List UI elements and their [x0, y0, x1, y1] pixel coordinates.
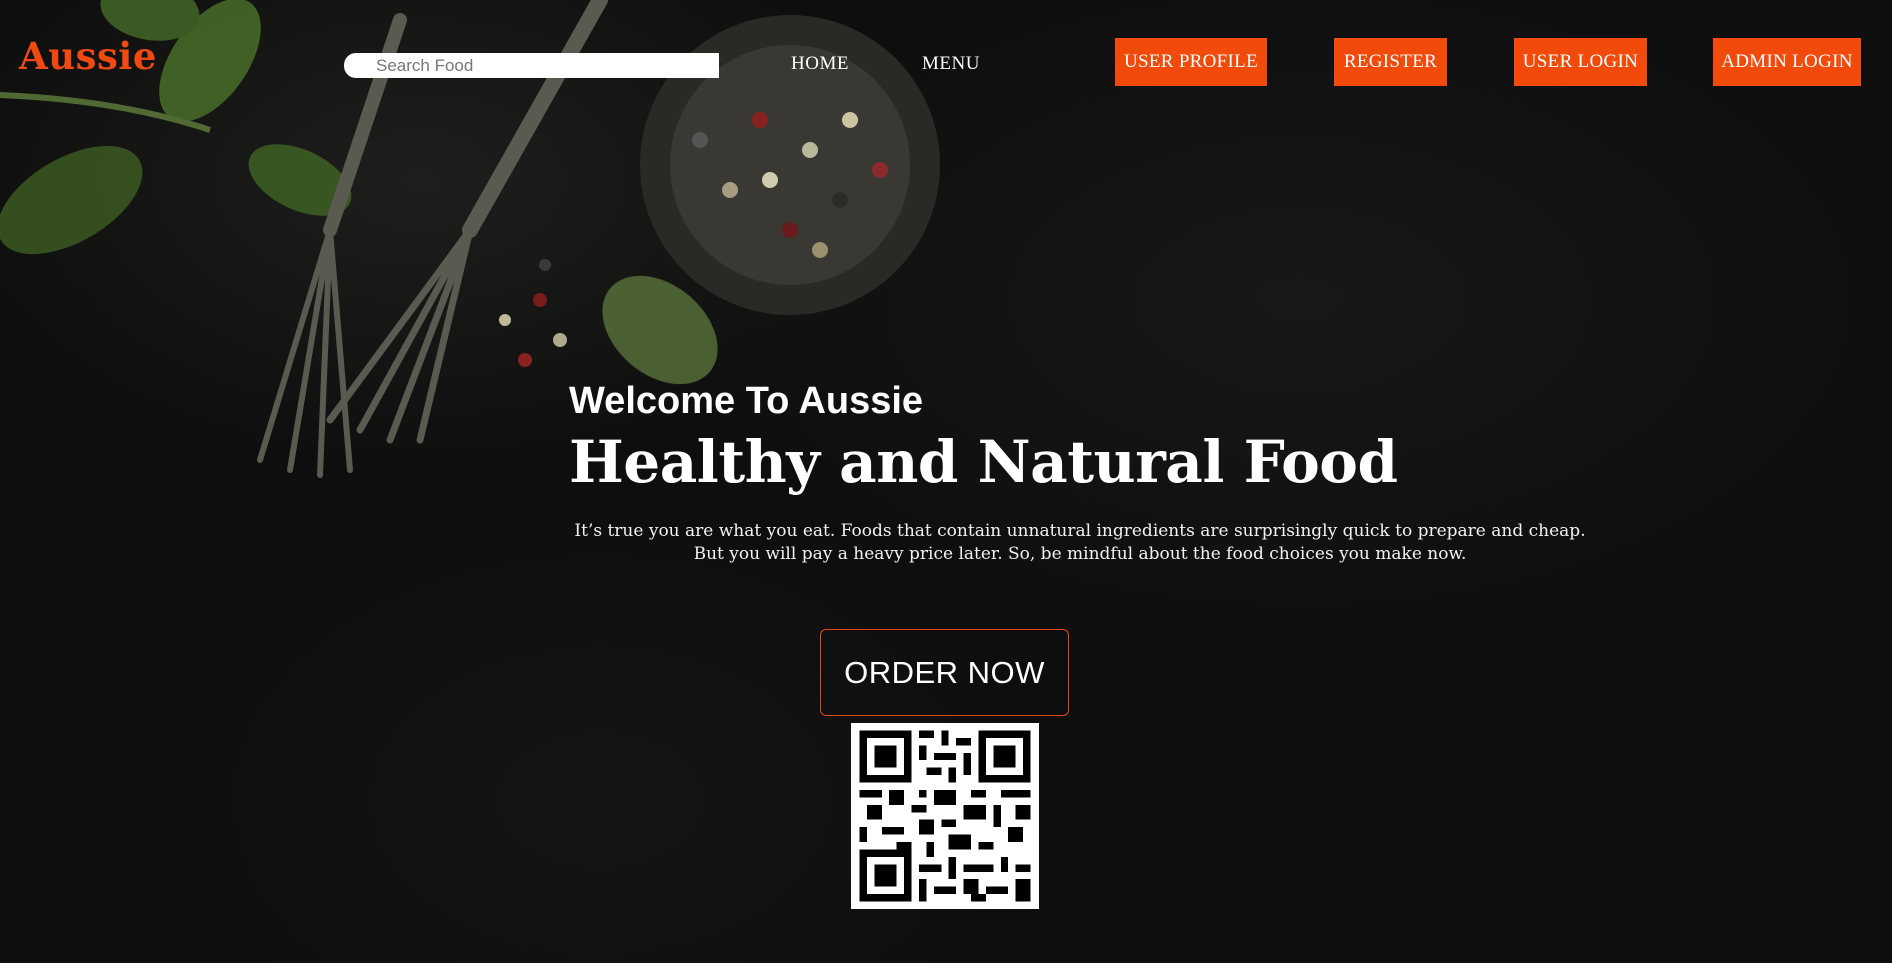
order-now-button[interactable]: ORDER NOW [820, 629, 1069, 716]
register-button[interactable]: REGISTER [1334, 38, 1447, 86]
welcome-heading: Welcome To Aussie [569, 380, 924, 422]
admin-login-button[interactable]: ADMIN LOGIN [1713, 38, 1861, 86]
hero-headline: Healthy and Natural Food [569, 428, 1398, 496]
nav-menu-link[interactable]: MENU [922, 53, 980, 75]
brand-logo[interactable]: Aussie [19, 34, 157, 78]
search-input[interactable] [374, 54, 719, 77]
nav-home-link[interactable]: HOME [791, 53, 849, 75]
peppercorn-icon [499, 259, 567, 367]
qr-code-icon [851, 723, 1039, 909]
user-profile-button[interactable]: USER PROFILE [1115, 38, 1267, 86]
search-bar[interactable] [344, 53, 719, 78]
user-login-button[interactable]: USER LOGIN [1514, 38, 1647, 86]
hero-description-line: But you will pay a heavy price later. So… [693, 544, 1467, 564]
hero-description-line: It’s true you are what you eat. Foods th… [574, 521, 1586, 541]
hero-description: It’s true you are what you eat. Foods th… [560, 520, 1600, 566]
